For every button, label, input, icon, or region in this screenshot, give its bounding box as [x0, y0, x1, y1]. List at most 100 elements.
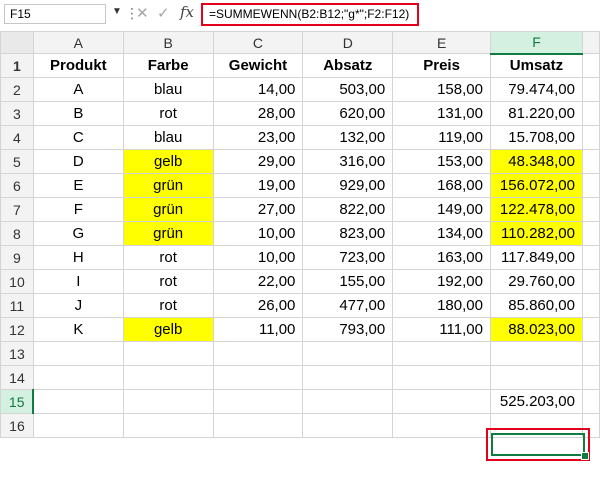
row-header[interactable]: 12: [0, 317, 34, 342]
cell-preis[interactable]: 111,00: [392, 317, 491, 342]
row-header[interactable]: 9: [0, 245, 34, 270]
cell-farbe[interactable]: blau: [122, 77, 214, 102]
column-header[interactable]: C: [212, 31, 304, 54]
cell-umsatz[interactable]: 122.478,00: [489, 197, 583, 222]
row-header[interactable]: 1: [0, 53, 34, 78]
cell-produkt[interactable]: H: [32, 245, 124, 270]
row-header-selected[interactable]: 15: [0, 389, 35, 414]
empty-cell[interactable]: [392, 365, 491, 390]
row-header[interactable]: 13: [0, 341, 34, 366]
cell-farbe[interactable]: gelb: [122, 317, 214, 342]
empty-cell[interactable]: [581, 245, 600, 270]
empty-cell[interactable]: [581, 341, 600, 366]
header-cell-absatz[interactable]: Absatz: [302, 53, 394, 78]
header-cell-produkt[interactable]: Produkt: [32, 53, 124, 78]
cell-produkt[interactable]: I: [32, 269, 124, 294]
cell-umsatz[interactable]: 85.860,00: [489, 293, 583, 318]
cell-farbe[interactable]: gelb: [122, 149, 214, 174]
header-cell-farbe[interactable]: Farbe: [122, 53, 214, 78]
cell-umsatz[interactable]: 110.282,00: [489, 221, 583, 246]
cell-farbe[interactable]: grün: [122, 221, 214, 246]
empty-cell[interactable]: [392, 341, 491, 366]
row-header[interactable]: 5: [0, 149, 34, 174]
cell-absatz[interactable]: 620,00: [302, 101, 394, 126]
cell-farbe[interactable]: grün: [122, 173, 214, 198]
cell-umsatz[interactable]: 79.474,00: [489, 77, 583, 102]
empty-cell[interactable]: [489, 413, 583, 438]
column-header[interactable]: A: [32, 31, 124, 54]
empty-cell[interactable]: [212, 341, 304, 366]
empty-cell[interactable]: [581, 77, 600, 102]
result-cell[interactable]: 525.203,00: [489, 389, 583, 414]
cell-preis[interactable]: 119,00: [392, 125, 491, 150]
empty-cell[interactable]: [581, 149, 600, 174]
row-header[interactable]: 10: [0, 269, 34, 294]
cell-gewicht[interactable]: 29,00: [212, 149, 304, 174]
empty-cell[interactable]: [212, 389, 304, 414]
cell-gewicht[interactable]: 28,00: [212, 101, 304, 126]
empty-cell[interactable]: [32, 413, 124, 438]
column-header-empty[interactable]: [581, 31, 600, 54]
empty-cell[interactable]: [581, 101, 600, 126]
confirm-icon[interactable]: ✓: [157, 4, 170, 22]
cell-produkt[interactable]: A: [32, 77, 124, 102]
cell-absatz[interactable]: 929,00: [302, 173, 394, 198]
cell-absatz[interactable]: 132,00: [302, 125, 394, 150]
cell-preis[interactable]: 180,00: [392, 293, 491, 318]
cell-produkt[interactable]: D: [32, 149, 124, 174]
row-header[interactable]: 6: [0, 173, 34, 198]
empty-cell[interactable]: [392, 389, 491, 414]
row-header[interactable]: 3: [0, 101, 34, 126]
empty-cell[interactable]: [122, 365, 214, 390]
cell-gewicht[interactable]: 23,00: [212, 125, 304, 150]
cell-farbe[interactable]: rot: [122, 269, 214, 294]
row-header[interactable]: 7: [0, 197, 34, 222]
empty-cell[interactable]: [212, 365, 304, 390]
cell-umsatz[interactable]: 81.220,00: [489, 101, 583, 126]
column-header[interactable]: B: [122, 31, 214, 54]
cell-preis[interactable]: 134,00: [392, 221, 491, 246]
cell-absatz[interactable]: 477,00: [302, 293, 394, 318]
empty-cell[interactable]: [581, 125, 600, 150]
header-cell-gewicht[interactable]: Gewicht: [212, 53, 304, 78]
cell-produkt[interactable]: E: [32, 173, 124, 198]
fill-handle[interactable]: [581, 452, 589, 460]
cell-farbe[interactable]: rot: [122, 101, 214, 126]
empty-cell[interactable]: [32, 341, 124, 366]
header-cell-preis[interactable]: Preis: [392, 53, 491, 78]
cell-produkt[interactable]: F: [32, 197, 124, 222]
empty-cell[interactable]: [302, 389, 394, 414]
cell-preis[interactable]: 131,00: [392, 101, 491, 126]
empty-cell[interactable]: [489, 341, 583, 366]
empty-cell[interactable]: [32, 389, 124, 414]
empty-cell[interactable]: [302, 341, 394, 366]
cell-umsatz[interactable]: 15.708,00: [489, 125, 583, 150]
empty-cell[interactable]: [212, 413, 304, 438]
cell-produkt[interactable]: C: [32, 125, 124, 150]
cell-farbe[interactable]: rot: [122, 245, 214, 270]
cell-preis[interactable]: 149,00: [392, 197, 491, 222]
empty-cell[interactable]: [302, 365, 394, 390]
cell-gewicht[interactable]: 14,00: [212, 77, 304, 102]
row-header[interactable]: 2: [0, 77, 34, 102]
empty-cell[interactable]: [122, 341, 214, 366]
cell-preis[interactable]: 168,00: [392, 173, 491, 198]
cell-farbe[interactable]: blau: [122, 125, 214, 150]
empty-cell[interactable]: [122, 413, 214, 438]
row-header[interactable]: 11: [0, 293, 34, 318]
column-header-selected[interactable]: F: [489, 31, 583, 55]
row-header[interactable]: 8: [0, 221, 34, 246]
row-header[interactable]: 16: [0, 413, 34, 438]
cell-gewicht[interactable]: 19,00: [212, 173, 304, 198]
cell-gewicht[interactable]: 27,00: [212, 197, 304, 222]
empty-cell[interactable]: [581, 413, 600, 438]
cell-farbe[interactable]: rot: [122, 293, 214, 318]
cell-umsatz[interactable]: 156.072,00: [489, 173, 583, 198]
empty-cell[interactable]: [581, 293, 600, 318]
empty-cell[interactable]: [302, 413, 394, 438]
cell-absatz[interactable]: 822,00: [302, 197, 394, 222]
cell-produkt[interactable]: K: [32, 317, 124, 342]
empty-cell[interactable]: [122, 389, 214, 414]
cell-absatz[interactable]: 793,00: [302, 317, 394, 342]
cell-farbe[interactable]: grün: [122, 197, 214, 222]
